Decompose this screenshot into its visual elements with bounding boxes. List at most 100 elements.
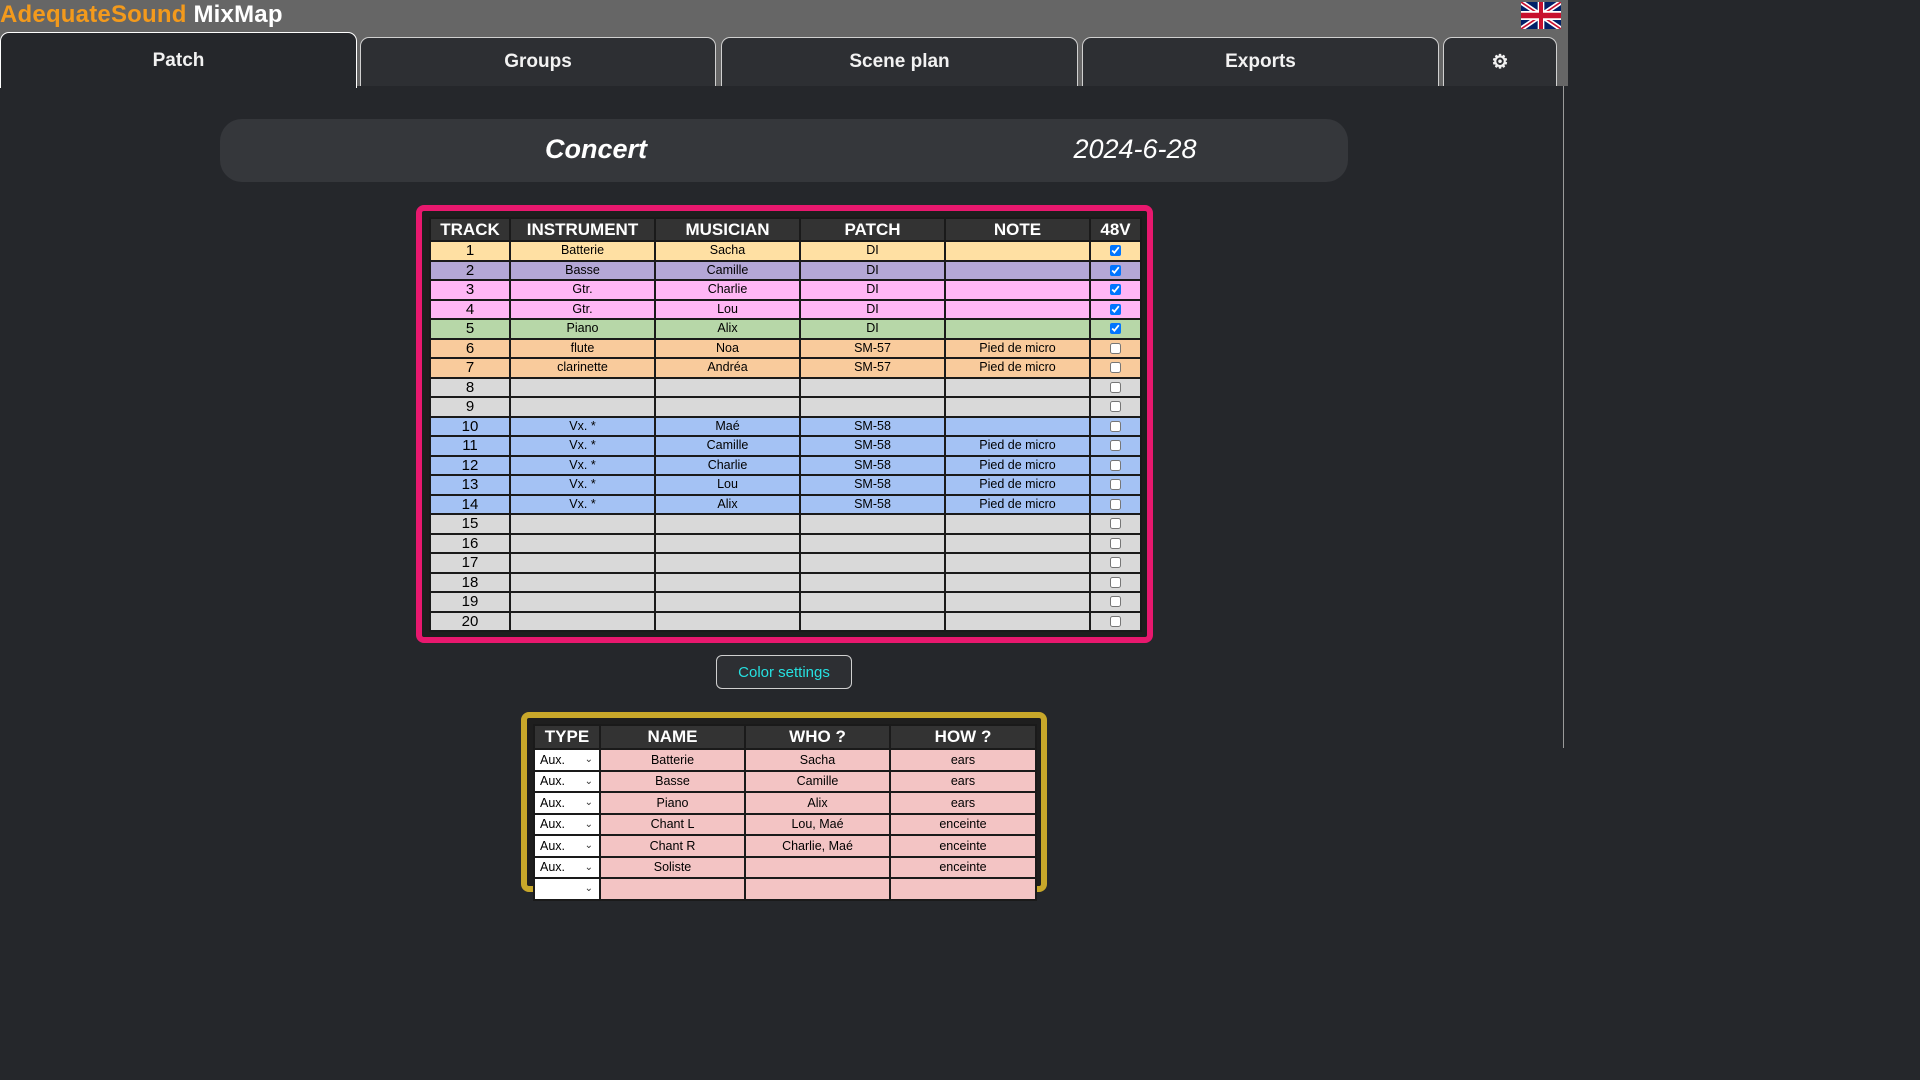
tab-groups[interactable]: Groups (360, 37, 716, 86)
instrument-cell[interactable] (509, 532, 656, 554)
scrollbar[interactable] (1563, 86, 1564, 748)
group-who-cell[interactable] (744, 877, 891, 901)
group-who-cell[interactable]: Alix (744, 791, 891, 815)
group-name-cell[interactable]: Piano (599, 791, 746, 815)
phantom-power-checkbox[interactable] (1110, 596, 1121, 608)
track-cell[interactable]: 19 (429, 591, 511, 613)
track-cell[interactable]: 6 (429, 337, 511, 359)
instrument-cell[interactable] (509, 396, 656, 418)
track-cell[interactable]: 18 (429, 571, 511, 593)
group-how-cell[interactable]: enceinte (889, 834, 1037, 858)
phantom-power-checkbox[interactable] (1110, 401, 1121, 413)
type-select[interactable]: Aux. ⌄ (535, 772, 599, 791)
instrument-cell[interactable]: clarinette (509, 357, 656, 379)
phantom-power-checkbox[interactable] (1110, 264, 1121, 276)
note-cell[interactable]: Pied de micro (944, 435, 1091, 457)
patch-cell[interactable] (799, 396, 946, 418)
patch-cell[interactable] (799, 571, 946, 593)
group-who-cell[interactable]: Sacha (744, 748, 891, 772)
group-how-cell[interactable]: ears (889, 791, 1037, 815)
track-cell[interactable]: 5 (429, 318, 511, 340)
musician-cell[interactable] (654, 571, 801, 593)
group-name-cell[interactable]: Chant L (599, 812, 746, 836)
note-cell[interactable]: Pied de micro (944, 454, 1091, 476)
musician-cell[interactable]: Charlie (654, 279, 801, 301)
instrument-cell[interactable]: Piano (509, 318, 656, 340)
phantom-power-checkbox[interactable] (1110, 342, 1121, 354)
note-cell[interactable] (944, 376, 1091, 398)
event-date[interactable]: 2024-6-28 (1070, 134, 1200, 165)
instrument-cell[interactable]: flute (509, 337, 656, 359)
group-name-cell[interactable]: Basse (599, 769, 746, 793)
uk-flag-icon[interactable] (1521, 2, 1561, 29)
note-cell[interactable] (944, 591, 1091, 613)
patch-cell[interactable] (799, 513, 946, 535)
musician-cell[interactable]: Andréa (654, 357, 801, 379)
tab-exports[interactable]: Exports (1082, 37, 1439, 86)
type-select[interactable]: Aux. ⌄ (535, 858, 599, 877)
phantom-power-checkbox[interactable] (1110, 576, 1121, 588)
musician-cell[interactable]: Alix (654, 318, 801, 340)
musician-cell[interactable] (654, 396, 801, 418)
musician-cell[interactable]: Lou (654, 474, 801, 496)
phantom-power-checkbox[interactable] (1110, 420, 1121, 432)
note-cell[interactable]: Pied de micro (944, 357, 1091, 379)
musician-cell[interactable]: Alix (654, 493, 801, 515)
note-cell[interactable] (944, 552, 1091, 574)
group-how-cell[interactable]: ears (889, 769, 1037, 793)
instrument-cell[interactable] (509, 552, 656, 574)
note-cell[interactable]: Pied de micro (944, 493, 1091, 515)
group-name-cell[interactable] (599, 877, 746, 901)
group-name-cell[interactable]: Soliste (599, 855, 746, 879)
patch-cell[interactable]: SM-58 (799, 435, 946, 457)
track-cell[interactable]: 3 (429, 279, 511, 301)
instrument-cell[interactable]: Vx. * (509, 454, 656, 476)
patch-cell[interactable] (799, 552, 946, 574)
patch-cell[interactable]: DI (799, 298, 946, 320)
group-how-cell[interactable]: ears (889, 748, 1037, 772)
patch-cell[interactable]: SM-58 (799, 415, 946, 437)
instrument-cell[interactable]: Vx. * (509, 435, 656, 457)
track-cell[interactable]: 4 (429, 298, 511, 320)
musician-cell[interactable]: Camille (654, 259, 801, 281)
note-cell[interactable] (944, 396, 1091, 418)
musician-cell[interactable]: Charlie (654, 454, 801, 476)
patch-cell[interactable]: SM-58 (799, 474, 946, 496)
musician-cell[interactable]: Camille (654, 435, 801, 457)
patch-cell[interactable]: DI (799, 259, 946, 281)
musician-cell[interactable] (654, 552, 801, 574)
phantom-power-checkbox[interactable] (1110, 440, 1121, 452)
note-cell[interactable] (944, 513, 1091, 535)
phantom-power-checkbox[interactable] (1110, 459, 1121, 471)
note-cell[interactable] (944, 318, 1091, 340)
phantom-power-checkbox[interactable] (1110, 381, 1121, 393)
track-cell[interactable]: 11 (429, 435, 511, 457)
phantom-power-checkbox[interactable] (1110, 323, 1121, 335)
type-select[interactable]: Aux. ⌄ (535, 815, 599, 834)
instrument-cell[interactable] (509, 610, 656, 632)
patch-cell[interactable] (799, 591, 946, 613)
note-cell[interactable] (944, 610, 1091, 632)
instrument-cell[interactable]: Gtr. (509, 279, 656, 301)
instrument-cell[interactable]: Gtr. (509, 298, 656, 320)
phantom-power-checkbox[interactable] (1110, 557, 1121, 569)
track-cell[interactable]: 2 (429, 259, 511, 281)
track-cell[interactable]: 17 (429, 552, 511, 574)
musician-cell[interactable]: Lou (654, 298, 801, 320)
instrument-cell[interactable]: Batterie (509, 240, 656, 262)
patch-cell[interactable]: DI (799, 279, 946, 301)
musician-cell[interactable]: Sacha (654, 240, 801, 262)
group-who-cell[interactable]: Charlie, Maé (744, 834, 891, 858)
instrument-cell[interactable]: Vx. * (509, 474, 656, 496)
patch-cell[interactable]: SM-58 (799, 493, 946, 515)
tab-settings[interactable]: ⚙ (1443, 37, 1557, 86)
instrument-cell[interactable] (509, 513, 656, 535)
track-cell[interactable]: 13 (429, 474, 511, 496)
note-cell[interactable] (944, 415, 1091, 437)
instrument-cell[interactable]: Vx. * (509, 415, 656, 437)
phantom-power-checkbox[interactable] (1110, 245, 1121, 257)
note-cell[interactable]: Pied de micro (944, 337, 1091, 359)
track-cell[interactable]: 8 (429, 376, 511, 398)
musician-cell[interactable] (654, 513, 801, 535)
type-select[interactable]: ⌄ (535, 879, 599, 898)
